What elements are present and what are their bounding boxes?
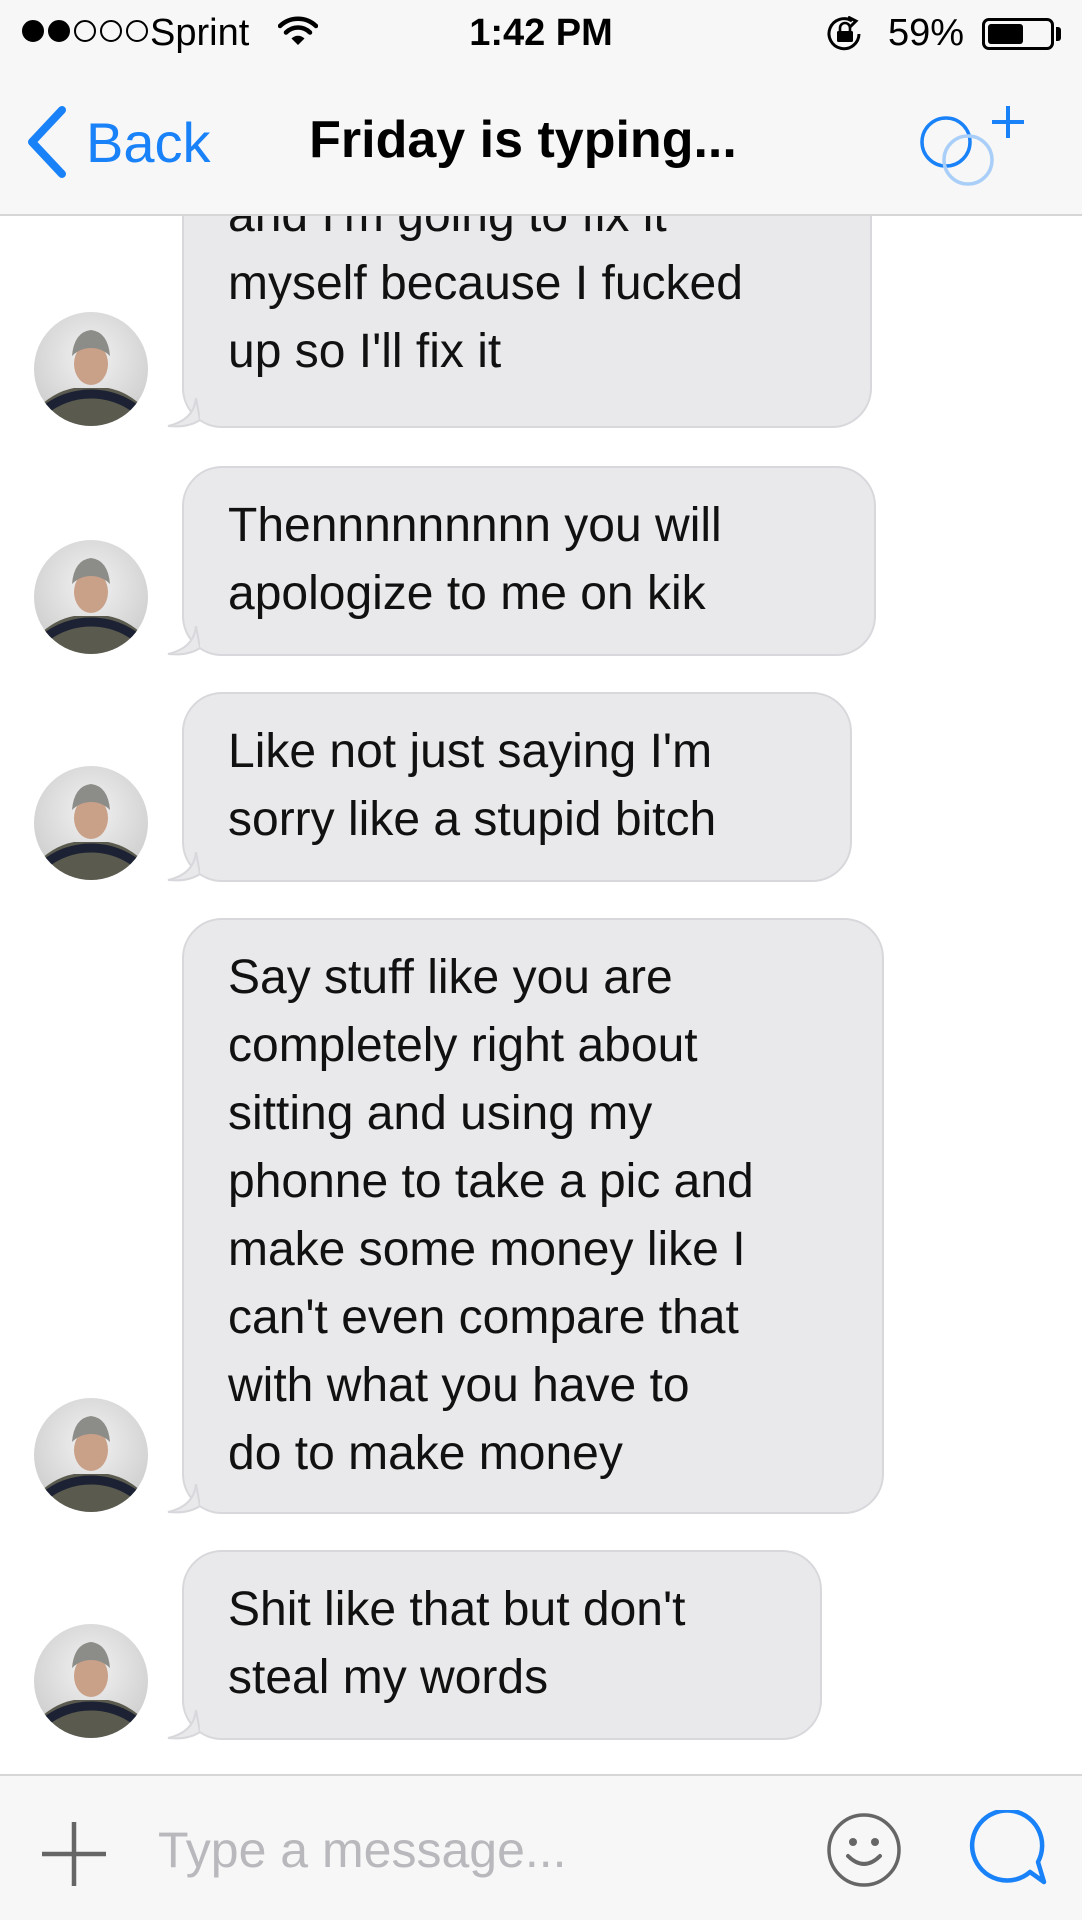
battery-percent: 59% xyxy=(888,12,965,54)
message-bubble[interactable]: Like not just saying I'm sorry like a st… xyxy=(182,692,852,882)
avatar-person-icon xyxy=(34,330,148,426)
message-row: Thennnnnnnnn you will apologize to me on… xyxy=(0,466,1082,656)
speech-bubble-icon xyxy=(969,1808,1047,1885)
emoji-button[interactable] xyxy=(826,1812,902,1893)
add-person-button[interactable] xyxy=(918,100,1030,197)
bubble-tail xyxy=(167,626,200,656)
battery-level xyxy=(988,24,1023,44)
message-bubble[interactable]: and I'm going to fix it myself because I… xyxy=(182,216,872,428)
message-row: Like not just saying I'm sorry like a st… xyxy=(0,692,1082,882)
add-people-icon xyxy=(920,106,1024,186)
battery-icon xyxy=(982,18,1054,50)
orientation-lock-icon xyxy=(826,15,866,62)
bubble-tail xyxy=(167,1484,200,1514)
avatar[interactable] xyxy=(34,540,148,654)
message-row: Shit like that but don't steal my words xyxy=(0,1550,1082,1740)
avatar[interactable] xyxy=(34,312,148,426)
plus-icon xyxy=(42,1822,106,1886)
avatar-person-icon xyxy=(34,558,148,654)
bubble-tail xyxy=(167,398,200,428)
chat-button[interactable] xyxy=(968,1808,1048,1895)
bubble-tail xyxy=(167,852,200,882)
avatar[interactable] xyxy=(34,766,148,880)
message-row: and I'm going to fix it myself because I… xyxy=(0,216,1082,428)
message-bubble[interactable]: Say stuff like you are completely right … xyxy=(182,918,884,1514)
message-composer xyxy=(0,1774,1082,1920)
conversation-status: Friday is typing... xyxy=(309,111,737,169)
navigation-bar: Back Friday is typing... xyxy=(0,68,1082,216)
avatar[interactable] xyxy=(34,1624,148,1738)
battery-tip xyxy=(1056,27,1061,41)
message-row: Say stuff like you are completely right … xyxy=(0,918,1082,1514)
message-bubble[interactable]: Shit like that but don't steal my words xyxy=(182,1550,822,1740)
smiley-icon xyxy=(827,1813,901,1887)
avatar[interactable] xyxy=(34,1398,148,1512)
avatar-person-icon xyxy=(34,1416,148,1512)
avatar-person-icon xyxy=(34,1642,148,1738)
avatar-person-icon xyxy=(34,784,148,880)
message-bubble[interactable]: Thennnnnnnnn you will apologize to me on… xyxy=(182,466,876,656)
message-list[interactable]: and I'm going to fix it myself because I… xyxy=(0,216,1082,1774)
status-bar: Sprint 1:42 PM 59% xyxy=(0,0,1082,68)
add-attachment-button[interactable] xyxy=(38,1818,110,1895)
message-input[interactable] xyxy=(156,1812,800,1888)
bubble-tail xyxy=(167,1710,200,1740)
